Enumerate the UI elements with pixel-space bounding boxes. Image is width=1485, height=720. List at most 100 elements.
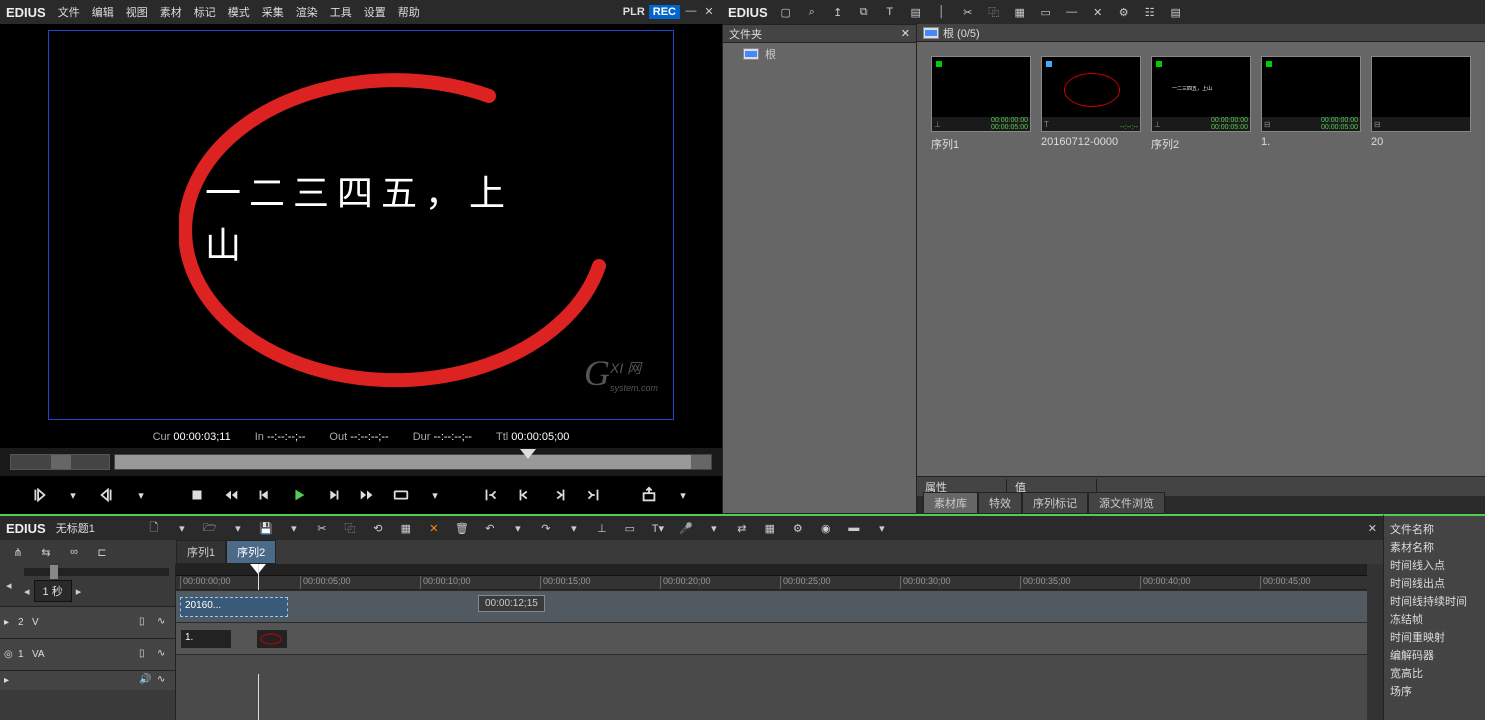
new-seq-icon[interactable]: ⧉ (856, 4, 872, 20)
cut-icon[interactable]: ✂ (313, 519, 331, 537)
play-button[interactable] (287, 483, 311, 507)
chevron-down-icon[interactable]: ▾ (705, 519, 723, 537)
sequence-tab[interactable]: 序列2 (226, 540, 276, 564)
eye-icon[interactable]: ◎ (4, 649, 14, 660)
info-item[interactable]: 时间线持续时间 (1390, 592, 1479, 610)
rewind-button[interactable] (219, 483, 243, 507)
info-item[interactable]: 文件名称 (1390, 520, 1479, 538)
undo-icon[interactable]: ↶ (481, 519, 499, 537)
timeline-ruler[interactable]: 00:00:00;0000:00:05;0000:00:10;0000:00:1… (176, 576, 1367, 590)
scale-left-button[interactable]: ◂ (6, 579, 20, 592)
expand-icon[interactable]: ▸ (4, 675, 14, 686)
preview-monitor[interactable]: 一二三四五，上山 G XI 网 system.com (0, 24, 722, 426)
mic-icon[interactable]: 🎤 (677, 519, 695, 537)
record-icon[interactable]: ◉ (817, 519, 835, 537)
toggle-icon[interactable]: ⇄ (733, 519, 751, 537)
video-icon[interactable]: ▯ (139, 616, 153, 630)
bin-item[interactable]: ⊥00:00:00:0000:00:05:00序列1 (931, 56, 1031, 152)
transition-icon[interactable]: ▭ (621, 519, 639, 537)
next-edit-button[interactable] (547, 483, 571, 507)
info-item[interactable]: 宽高比 (1390, 664, 1479, 682)
title-icon[interactable]: T (882, 4, 898, 20)
view-thumb-icon[interactable]: ▤ (1168, 4, 1184, 20)
props-icon[interactable]: ⚙ (1116, 4, 1132, 20)
copy-icon[interactable]: ⿻ (986, 4, 1002, 20)
menu-help[interactable]: 帮助 (398, 4, 420, 20)
rec-mode-button[interactable]: REC (649, 5, 680, 19)
color-icon[interactable]: ▤ (908, 4, 924, 20)
track-v2[interactable]: 20160... 00:00:12;15 (176, 590, 1367, 622)
goto-next-edit-button[interactable] (581, 483, 605, 507)
split-icon[interactable]: ⊥ (593, 519, 611, 537)
folder-panel-close-icon[interactable]: ✕ (901, 27, 910, 40)
chevron-down-icon[interactable]: ▾ (873, 519, 891, 537)
chevron-down-icon[interactable]: ▾ (285, 519, 303, 537)
tool-a-icon[interactable]: ⋔ (8, 544, 28, 560)
close-icon[interactable]: ✕ (1090, 4, 1106, 20)
menu-clip[interactable]: 素材 (160, 4, 182, 20)
chevron-down-icon[interactable]: ▾ (565, 519, 583, 537)
scrub-playhead[interactable] (520, 449, 536, 459)
playhead-marker[interactable] (258, 564, 266, 574)
redo-icon[interactable]: ↷ (537, 519, 555, 537)
dropdown-in-icon[interactable]: ▾ (61, 483, 85, 507)
info-item[interactable]: 时间线出点 (1390, 574, 1479, 592)
shuttle-slider[interactable] (10, 454, 110, 470)
link-icon[interactable]: ∿ (157, 674, 171, 688)
menu-file[interactable]: 文件 (58, 4, 80, 20)
minimize-button[interactable]: — (684, 5, 698, 19)
open-icon[interactable]: 🗁 (201, 519, 219, 537)
prev-edit-button[interactable] (513, 483, 537, 507)
track-audio-sub[interactable] (176, 654, 1367, 674)
tool-b-icon[interactable]: ⇆ (36, 544, 56, 560)
bin-item[interactable]: T--:--:--20160712-0000 (1041, 56, 1141, 148)
bin-tab[interactable]: 源文件浏览 (1088, 492, 1165, 514)
paste-icon[interactable]: ▦ (1012, 4, 1028, 20)
dropdown-export-icon[interactable]: ▾ (671, 483, 695, 507)
speaker-icon[interactable]: 🔊 (139, 674, 153, 688)
expand-icon[interactable]: ▸ (4, 617, 14, 628)
tc-in-value[interactable]: --:--:--;-- (267, 431, 305, 443)
stop-button[interactable] (185, 483, 209, 507)
bin-tab[interactable]: 特效 (978, 492, 1022, 514)
grid-icon[interactable]: ▦ (761, 519, 779, 537)
link-icon[interactable]: ∿ (157, 616, 171, 630)
set-in-button[interactable] (27, 483, 51, 507)
fast-forward-button[interactable] (355, 483, 379, 507)
dropdown-loop-icon[interactable]: ▾ (423, 483, 447, 507)
tc-out-value[interactable]: --:--:--;-- (350, 431, 388, 443)
menu-render[interactable]: 渲染 (296, 4, 318, 20)
menu-settings[interactable]: 设置 (364, 4, 386, 20)
view-list-icon[interactable]: ☷ (1142, 4, 1158, 20)
track-header-audio-sub[interactable]: ▸ 🔊 ∿ (0, 670, 175, 690)
info-item[interactable]: 场序 (1390, 682, 1479, 700)
timeline-close-icon[interactable]: ✕ (1368, 522, 1377, 535)
up-icon[interactable]: ↥ (830, 4, 846, 20)
set-out-button[interactable] (95, 483, 119, 507)
folder-root[interactable]: 根 (723, 43, 916, 65)
track-va1[interactable]: 1. (176, 622, 1367, 654)
paste-icon[interactable]: ▦ (397, 519, 415, 537)
tool-c-icon[interactable]: ∞ (64, 544, 84, 560)
folder-icon[interactable]: ▢ (778, 4, 794, 20)
bin-item[interactable]: ⊟20 (1371, 56, 1471, 148)
next-frame-button[interactable] (321, 483, 345, 507)
menu-edit[interactable]: 编辑 (92, 4, 114, 20)
goto-prev-edit-button[interactable] (479, 483, 503, 507)
scale-next-icon[interactable]: ▸ (76, 585, 82, 598)
new-icon[interactable]: 🗋 (145, 519, 163, 537)
bin-tab[interactable]: 素材库 (923, 492, 978, 514)
track-header-va1[interactable]: ◎ 1 VA ▯ ∿ (0, 638, 175, 670)
bin-tab[interactable]: 序列标记 (1022, 492, 1088, 514)
clip-va1-oval[interactable] (256, 629, 288, 649)
zoom-slider[interactable] (24, 568, 169, 576)
clip-v2[interactable]: 20160... (180, 597, 288, 617)
delete-icon[interactable]: 🗑 (453, 519, 471, 537)
menu-mode[interactable]: 模式 (228, 4, 250, 20)
info-item[interactable]: 编解码器 (1390, 646, 1479, 664)
tool-d-icon[interactable]: ⊏ (92, 544, 112, 560)
delete-icon[interactable]: — (1064, 4, 1080, 20)
dropdown-out-icon[interactable]: ▾ (129, 483, 153, 507)
prev-frame-button[interactable] (253, 483, 277, 507)
video-icon[interactable]: ▯ (139, 648, 153, 662)
